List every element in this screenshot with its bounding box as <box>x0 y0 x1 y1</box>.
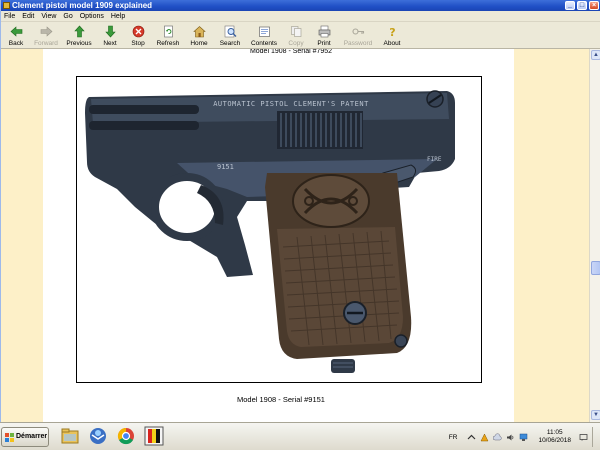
menu-view[interactable]: View <box>41 11 56 21</box>
volume-icon[interactable] <box>506 433 515 442</box>
home-button[interactable]: Home <box>186 22 212 49</box>
show-desktop-button[interactable] <box>592 427 597 447</box>
clock-time: 11:05 <box>546 429 563 436</box>
previous-label: Previous <box>66 40 92 47</box>
forward-button[interactable]: Forward <box>32 22 60 49</box>
copy-button[interactable]: Copy <box>284 22 308 49</box>
back-label: Back <box>8 40 24 47</box>
menu-edit[interactable]: Edit <box>22 11 34 21</box>
vertical-scrollbar[interactable]: ▲ ▼ <box>589 49 600 422</box>
pistol-photo: AUTOMATIC PISTOL CLEMENT'S PATENT 9151 F… <box>76 76 482 383</box>
title-bar[interactable]: Clement pistol model 1909 explained _ □ … <box>1 0 600 11</box>
start-label: Démarrer <box>16 433 48 440</box>
next-label: Next <box>103 40 117 47</box>
password-button[interactable]: Password <box>340 22 376 49</box>
browser-window: Clement pistol model 1909 explained _ □ … <box>0 0 600 422</box>
menu-help[interactable]: Help <box>111 11 125 21</box>
up-arrow-icon <box>73 25 85 38</box>
window-controls: _ □ × <box>565 0 599 11</box>
clock[interactable]: 11:05 10/06/2018 <box>538 429 571 445</box>
chrome-icon[interactable] <box>116 426 136 446</box>
document-view[interactable]: Model 1908 - Serial #7952 AUTOMATIC PIST… <box>1 49 589 422</box>
windows-logo-icon <box>5 433 14 442</box>
scroll-up-arrow[interactable]: ▲ <box>591 50 600 60</box>
language-indicator[interactable]: FR <box>449 434 458 441</box>
toolbar: Back Forward Previous Next Stop Refresh … <box>1 22 600 49</box>
scroll-down-arrow[interactable]: ▼ <box>591 410 600 420</box>
search-label: Search <box>219 40 241 47</box>
grip-monogram <box>292 174 370 228</box>
print-label: Print <box>317 40 331 47</box>
maximize-button[interactable]: □ <box>577 1 587 10</box>
menu-go[interactable]: Go <box>63 11 72 21</box>
search-icon <box>224 25 236 38</box>
warning-flag-icon[interactable] <box>480 432 489 442</box>
previous-button[interactable]: Previous <box>64 22 94 49</box>
scroll-thumb[interactable] <box>591 261 600 275</box>
contents-icon <box>258 26 270 37</box>
menu-file[interactable]: File <box>4 11 15 21</box>
contents-label: Contents <box>250 40 278 47</box>
system-tray: FR 11:05 10/06/2018 <box>449 426 597 448</box>
thunderbird-icon[interactable] <box>88 426 108 446</box>
svg-text:?: ? <box>389 26 395 38</box>
up-chevron-icon[interactable] <box>467 433 476 442</box>
contents-button[interactable]: Contents <box>248 22 280 49</box>
copy-label: Copy <box>288 40 304 47</box>
down-arrow-icon <box>104 25 116 38</box>
menu-options[interactable]: Options <box>80 11 104 21</box>
minimize-button[interactable]: _ <box>565 1 575 10</box>
pistol-image: AUTOMATIC PISTOL CLEMENT'S PATENT 9151 F… <box>85 90 455 373</box>
notification-icon[interactable] <box>579 433 588 442</box>
caption-bottom: Model 1908 - Serial #9151 <box>237 395 325 404</box>
menu-bar: File Edit View Go Options Help <box>1 11 600 22</box>
back-arrow-icon <box>10 26 22 37</box>
app-icon <box>3 2 10 9</box>
home-icon <box>192 26 206 38</box>
about-label: About <box>383 40 401 47</box>
file-explorer-icon[interactable] <box>60 426 80 446</box>
caption-top: Model 1908 - Serial #7952 <box>249 49 333 54</box>
fire-mark: FIRE <box>427 156 442 163</box>
window-title: Clement pistol model 1909 explained <box>12 1 153 10</box>
forward-label: Forward <box>34 40 58 47</box>
serial-stamp: 9151 <box>217 163 234 171</box>
next-button[interactable]: Next <box>98 22 122 49</box>
cloud-icon[interactable] <box>493 433 503 442</box>
stop-icon <box>132 25 144 38</box>
slide-serrations <box>277 111 363 149</box>
home-label: Home <box>190 40 208 47</box>
refresh-label: Refresh <box>156 40 180 47</box>
slide-engraving: AUTOMATIC PISTOL CLEMENT'S PATENT <box>213 100 369 108</box>
page-margin-left <box>1 49 43 422</box>
clock-date: 10/06/2018 <box>538 437 571 444</box>
forward-arrow-icon <box>40 26 52 37</box>
refresh-button[interactable]: Refresh <box>154 22 182 49</box>
back-button[interactable]: Back <box>4 22 28 49</box>
refresh-icon <box>163 25 173 38</box>
stop-label: Stop <box>131 40 145 47</box>
page-margin-right <box>514 49 589 422</box>
print-icon <box>318 25 330 38</box>
about-icon: ? <box>389 26 395 38</box>
taskbar: Démarrer FR 11:05 10/06/2018 <box>0 422 600 450</box>
help-viewer-taskbar-icon[interactable] <box>144 426 164 446</box>
password-label: Password <box>343 40 373 47</box>
key-icon <box>351 28 364 35</box>
quick-launch <box>60 426 164 446</box>
start-button[interactable]: Démarrer <box>1 427 49 447</box>
close-button[interactable]: × <box>589 1 599 10</box>
print-button[interactable]: Print <box>312 22 336 49</box>
network-icon[interactable] <box>519 433 528 442</box>
copy-icon <box>290 26 301 37</box>
stop-button[interactable]: Stop <box>126 22 150 49</box>
search-button[interactable]: Search <box>216 22 244 49</box>
about-button[interactable]: ? About <box>380 22 404 49</box>
